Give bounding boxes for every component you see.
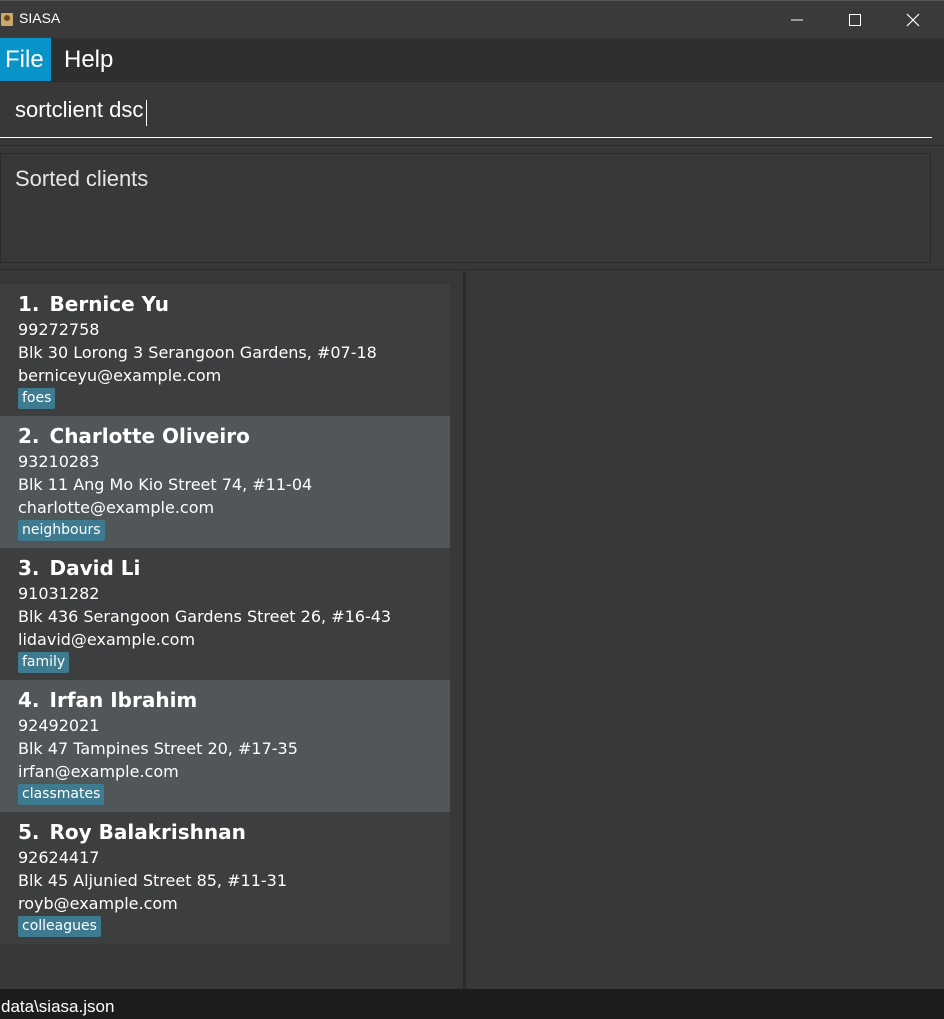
client-card[interactable]: 3. David Li 91031282 Blk 436 Serangoon Ga… (0, 548, 450, 680)
client-address: Blk 30 Lorong 3 Serangoon Gardens, #07-1… (18, 343, 377, 362)
client-tag: colleagues (18, 916, 101, 937)
client-card[interactable]: 4. Irfan Ibrahim 92492021 Blk 47 Tampines… (0, 680, 450, 812)
client-address: Blk 47 Tampines Street 20, #17-35 (18, 739, 298, 758)
maximize-button[interactable] (826, 1, 884, 39)
minimize-icon (791, 19, 803, 21)
client-index: 1. (18, 292, 40, 316)
result-message: Sorted clients (15, 166, 149, 191)
client-name: Charlotte Oliveiro (49, 424, 250, 448)
client-card[interactable]: 2. Charlotte Oliveiro 93210283 Blk 11 Ang… (0, 416, 450, 548)
client-address: Blk 11 Ang Mo Kio Street 74, #11-04 (18, 475, 313, 494)
menu-help[interactable]: Help (59, 38, 118, 81)
client-tag: family (18, 652, 70, 673)
minimize-button[interactable] (768, 1, 826, 39)
client-name-row: 2. Charlotte Oliveiro (18, 424, 250, 448)
status-bar: data\siasa.json (0, 989, 944, 1019)
detail-panel (466, 271, 944, 989)
client-name: Irfan Ibrahim (49, 688, 198, 712)
client-email: royb@example.com (18, 894, 178, 913)
maximize-icon (849, 14, 861, 26)
client-index: 3. (18, 556, 40, 580)
window-title: SIASA (19, 10, 61, 26)
client-name: David Li (49, 556, 141, 580)
person-card-icon (1, 13, 13, 26)
client-name: Roy Balakrishnan (49, 820, 246, 844)
client-email: berniceyu@example.com (18, 366, 222, 385)
client-phone: 92624417 (18, 848, 100, 867)
client-tag: neighbours (18, 520, 105, 541)
command-input[interactable] (0, 82, 932, 138)
client-address: Blk 436 Serangoon Gardens Street 26, #16… (18, 607, 392, 626)
command-box (0, 81, 944, 145)
client-tag: classmates (18, 784, 105, 805)
client-phone: 92492021 (18, 716, 100, 735)
client-name-row: 1. Bernice Yu (18, 292, 169, 316)
result-box[interactable]: Sorted clients (0, 153, 931, 263)
client-index: 5. (18, 820, 40, 844)
client-list-panel: 1. Bernice Yu 99272758 Blk 30 Lorong 3 Se… (0, 271, 463, 989)
text-caret (146, 100, 147, 126)
client-name-row: 3. David Li (18, 556, 140, 580)
client-phone: 91031282 (18, 584, 100, 603)
client-name-row: 4. Irfan Ibrahim (18, 688, 197, 712)
close-button[interactable] (884, 1, 942, 39)
title-bar: SIASA (0, 0, 944, 38)
client-email: charlotte@example.com (18, 498, 215, 517)
close-icon (906, 13, 920, 27)
client-email: irfan@example.com (18, 762, 179, 781)
client-email: lidavid@example.com (18, 630, 196, 649)
client-list[interactable]: 1. Bernice Yu 99272758 Blk 30 Lorong 3 Se… (0, 284, 450, 944)
client-phone: 99272758 (18, 320, 100, 339)
client-index: 2. (18, 424, 40, 448)
client-phone: 93210283 (18, 452, 100, 471)
menu-bar: File Help (0, 38, 944, 81)
client-card[interactable]: 1. Bernice Yu 99272758 Blk 30 Lorong 3 Se… (0, 284, 450, 416)
client-index: 4. (18, 688, 40, 712)
result-display: Sorted clients (0, 145, 944, 270)
client-name: Bernice Yu (49, 292, 169, 316)
client-name-row: 5. Roy Balakrishnan (18, 820, 246, 844)
client-tag: foes (18, 388, 56, 409)
client-card[interactable]: 5. Roy Balakrishnan 92624417 Blk 45 Aljun… (0, 812, 450, 944)
save-location: data\siasa.json (1, 997, 115, 1016)
menu-file[interactable]: File (0, 38, 51, 81)
client-address: Blk 45 Aljunied Street 85, #11-31 (18, 871, 287, 890)
